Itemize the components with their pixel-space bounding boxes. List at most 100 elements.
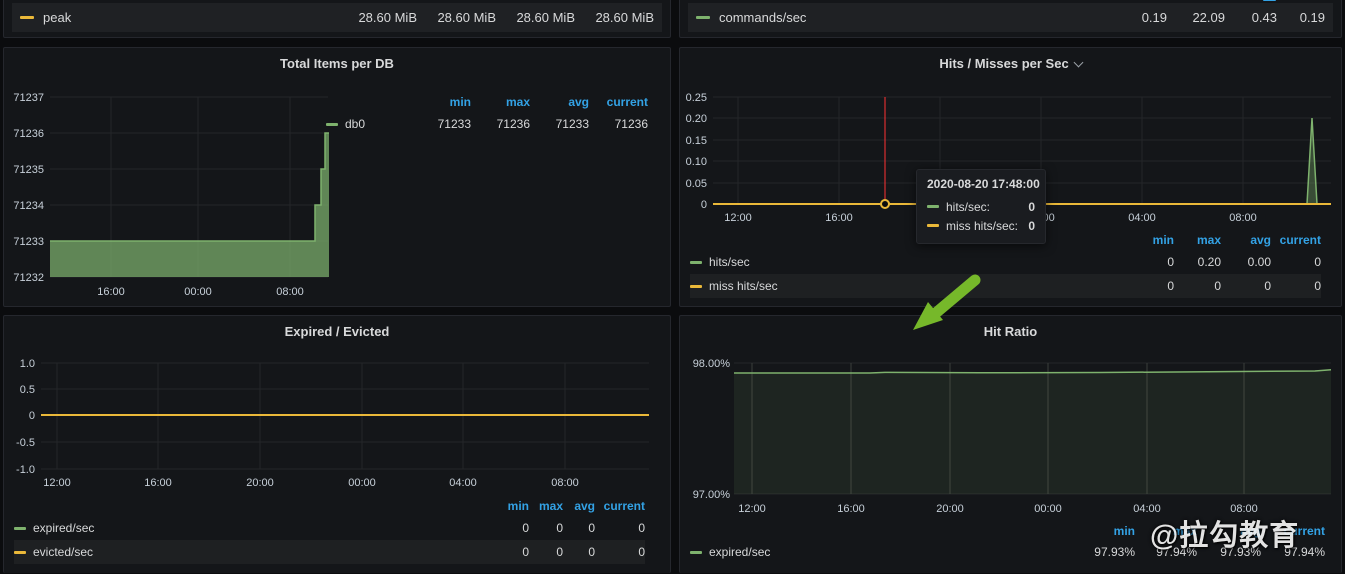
clipped-blue-header-text — [1263, 0, 1276, 1]
svg-text:20:00: 20:00 — [936, 503, 964, 515]
panel-hits-misses: Hits / Misses per Sec 0.25 0.20 0.15 0.1… — [679, 47, 1342, 307]
tooltip-timestamp: 2020-08-20 17:48:00 — [927, 177, 1035, 191]
db0-avg: 71233 — [530, 117, 589, 131]
hit-ratio-area-fill — [734, 370, 1331, 494]
expired-series-label[interactable]: expired/sec — [33, 521, 94, 535]
panel-title-hit-ratio[interactable]: Hit Ratio — [680, 324, 1341, 339]
legend-row-peak: peak 28.60 MiB 28.60 MiB 28.60 MiB 28.60… — [12, 3, 662, 32]
legend-header-current[interactable]: current — [595, 499, 645, 513]
legend-header-max[interactable]: max — [1174, 233, 1221, 247]
expired-min: 0 — [491, 521, 529, 535]
legend-header-current[interactable]: current — [589, 95, 648, 109]
x-axis-ticks: 16:00 00:00 08:00 — [97, 286, 304, 298]
hit-ratio-legend: min max avg current expired/sec 97.93% 9… — [690, 521, 1325, 563]
commands-series-label[interactable]: commands/sec — [719, 10, 806, 25]
chevron-down-icon[interactable] — [1073, 57, 1083, 67]
hits-max: 0.20 — [1174, 255, 1221, 269]
svg-text:-0.5: -0.5 — [16, 437, 35, 449]
panel-title-text: Hit Ratio — [984, 324, 1037, 339]
hit-ratio-current: 97.94% — [1261, 545, 1325, 559]
legend-row-commands: commands/sec 0.19 22.09 0.43 0.19 — [688, 3, 1333, 32]
hits-series-label[interactable]: hits/sec — [709, 255, 750, 269]
peak-series-label[interactable]: peak — [43, 10, 71, 25]
db0-series-line — [50, 133, 329, 241]
tooltip-hits-value: 0 — [1028, 200, 1035, 214]
commands-series-color-dash — [696, 16, 710, 19]
panel-commands-per-sec: commands/sec 0.19 22.09 0.43 0.19 — [679, 0, 1342, 38]
graph-tooltip: 2020-08-20 17:48:00 hits/sec: 0 miss hit… — [916, 169, 1046, 244]
svg-text:0: 0 — [29, 410, 35, 422]
legend-header-current[interactable]: current — [1261, 524, 1325, 538]
svg-text:20:00: 20:00 — [246, 477, 274, 489]
svg-text:16:00: 16:00 — [144, 477, 172, 489]
evicted-min: 0 — [491, 545, 529, 559]
svg-text:00:00: 00:00 — [1034, 503, 1062, 515]
svg-text:12:00: 12:00 — [738, 503, 766, 515]
legend-header-avg[interactable]: avg — [530, 95, 589, 109]
peak-series-color-dash — [20, 16, 34, 19]
expired-series-color-dash — [14, 527, 26, 530]
hit-ratio-series-label[interactable]: expired/sec — [709, 545, 770, 559]
grafana-redis-dashboard: { "watermark": "@拉勾教育", "colors": { "gre… — [0, 0, 1345, 573]
hits-current: 0 — [1271, 255, 1321, 269]
legend-row-hits: hits/sec 0 0.20 0.00 0 — [690, 250, 1321, 274]
miss-hits-max: 0 — [1174, 279, 1221, 293]
panel-title-text: Total Items per DB — [280, 56, 394, 71]
db0-series-label[interactable]: db0 — [345, 117, 365, 131]
svg-text:04:00: 04:00 — [449, 477, 477, 489]
svg-text:12:00: 12:00 — [724, 212, 752, 224]
svg-text:97.00%: 97.00% — [693, 489, 731, 501]
legend-header-avg[interactable]: avg — [563, 499, 595, 513]
expired-max: 0 — [529, 521, 563, 535]
crosshair-point-marker — [881, 200, 889, 208]
panel-title-hits-misses[interactable]: Hits / Misses per Sec — [680, 56, 1341, 71]
legend-row-miss-hits: miss hits/sec 0 0 0 0 — [690, 274, 1321, 298]
y-axis-ticks: 0.25 0.20 0.15 0.10 0.05 0 — [686, 92, 707, 211]
panel-title-expired-evicted[interactable]: Expired / Evicted — [4, 324, 670, 339]
miss-hits-series-color-dash — [690, 285, 702, 288]
evicted-avg: 0 — [563, 545, 595, 559]
legend-row-db0: db0 71233 71236 71233 71236 — [326, 113, 648, 135]
peak-min-value: 28.60 MiB — [338, 10, 417, 25]
svg-text:08:00: 08:00 — [1230, 503, 1258, 515]
legend-header-min[interactable]: min — [1126, 233, 1174, 247]
svg-text:71237: 71237 — [13, 92, 44, 104]
expired-evicted-legend: min max avg current expired/sec 0 0 0 0 … — [14, 496, 645, 564]
tooltip-miss-hits-value: 0 — [1028, 219, 1035, 233]
svg-text:08:00: 08:00 — [551, 477, 579, 489]
legend-header-min[interactable]: min — [491, 499, 529, 513]
y-axis-ticks: 71237 71236 71235 71234 71233 71232 — [13, 92, 44, 284]
evicted-series-label[interactable]: evicted/sec — [33, 545, 93, 559]
commands-current-value: 0.19 — [1277, 10, 1325, 25]
miss-hits-series-label[interactable]: miss hits/sec — [709, 279, 778, 293]
evicted-series-color-dash — [14, 551, 26, 554]
evicted-max: 0 — [529, 545, 563, 559]
db0-series-color-dash — [326, 123, 338, 126]
legend-header-min[interactable]: min — [1073, 524, 1135, 538]
panel-title-text: Expired / Evicted — [285, 324, 390, 339]
miss-hits-current: 0 — [1271, 279, 1321, 293]
legend-header-max[interactable]: max — [529, 499, 563, 513]
evicted-current: 0 — [595, 545, 645, 559]
tooltip-row-miss-hits: miss hits/sec: 0 — [927, 216, 1035, 235]
svg-text:00:00: 00:00 — [348, 477, 376, 489]
expired-avg: 0 — [563, 521, 595, 535]
svg-text:71232: 71232 — [13, 272, 44, 284]
legend-header-avg[interactable]: avg — [1221, 233, 1271, 247]
hit-ratio-max: 97.94% — [1135, 545, 1197, 559]
panel-total-items-per-db: Total Items per DB 71237 71236 71235 712… — [3, 47, 671, 307]
svg-text:0.5: 0.5 — [20, 384, 35, 396]
svg-text:08:00: 08:00 — [276, 286, 304, 298]
svg-text:0.10: 0.10 — [686, 156, 707, 168]
db0-min: 71233 — [412, 117, 471, 131]
legend-row-evicted: evicted/sec 0 0 0 0 — [14, 540, 645, 564]
legend-header-min[interactable]: min — [412, 95, 471, 109]
legend-header-avg[interactable]: avg — [1197, 524, 1261, 538]
legend-header-max[interactable]: max — [1135, 524, 1197, 538]
miss-hits-series-color-dash — [927, 224, 939, 227]
panel-title-total-items[interactable]: Total Items per DB — [4, 56, 670, 71]
legend-header-max[interactable]: max — [471, 95, 530, 109]
peak-current-value: 28.60 MiB — [575, 10, 654, 25]
svg-text:12:00: 12:00 — [43, 477, 71, 489]
legend-header-current[interactable]: current — [1271, 233, 1321, 247]
